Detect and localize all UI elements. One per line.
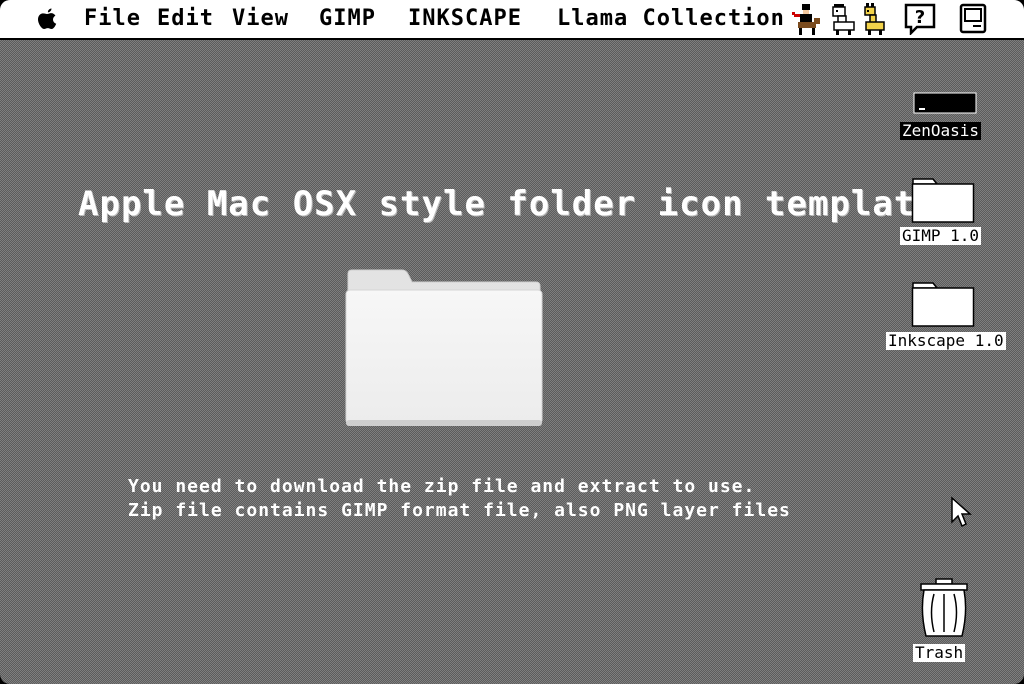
page-title: Apple Mac OSX style folder icon template: [78, 184, 937, 224]
desktop-icon-trash[interactable]: Trash: [912, 578, 976, 666]
menu-gimp[interactable]: GIMP: [319, 4, 376, 34]
disk-drive-icon: [913, 92, 977, 114]
menu-llama-collection[interactable]: Llama Collection: [557, 4, 785, 34]
menu-edit[interactable]: Edit: [157, 4, 214, 34]
menu-file[interactable]: File: [84, 4, 141, 34]
menu-inkscape[interactable]: INKSCAPE: [408, 4, 522, 34]
folder-icon: [911, 178, 975, 223]
desktop-icon-zenoasis[interactable]: ZenOasis: [900, 92, 990, 148]
desktop-icon-label: GIMP 1.0: [900, 226, 982, 245]
desktop-icon-label: Trash: [913, 643, 966, 662]
instruction-line-2: Zip file contains GIMP format file, also…: [128, 500, 791, 521]
trash-can-icon: [920, 578, 968, 637]
desktop-icon-label: ZenOasis: [900, 121, 982, 140]
menu-view[interactable]: View: [232, 4, 289, 34]
alpaca-icon[interactable]: [828, 2, 858, 36]
folder-template-icon: [345, 269, 543, 426]
rider-figure-icon[interactable]: [790, 2, 828, 36]
mouse-pointer-icon: [951, 496, 972, 528]
instruction-line-1: You need to download the zip file and ex…: [128, 476, 756, 497]
classic-mac-icon[interactable]: [958, 3, 988, 35]
menu-bar: File Edit View GIMP INKSCAPE Llama Colle…: [0, 0, 1024, 40]
folder-icon: [911, 282, 975, 327]
desktop: File Edit View GIMP INKSCAPE Llama Colle…: [0, 0, 1024, 684]
help-question-icon[interactable]: ?: [903, 3, 937, 35]
llama-icon[interactable]: [858, 2, 888, 36]
desktop-icon-inkscape[interactable]: Inkscape 1.0: [884, 280, 1006, 354]
desktop-icon-gimp[interactable]: GIMP 1.0: [898, 176, 992, 248]
desktop-icon-label: Inkscape 1.0: [886, 331, 1006, 350]
help-glyph: ?: [915, 7, 925, 28]
apple-logo-icon[interactable]: [34, 6, 60, 32]
